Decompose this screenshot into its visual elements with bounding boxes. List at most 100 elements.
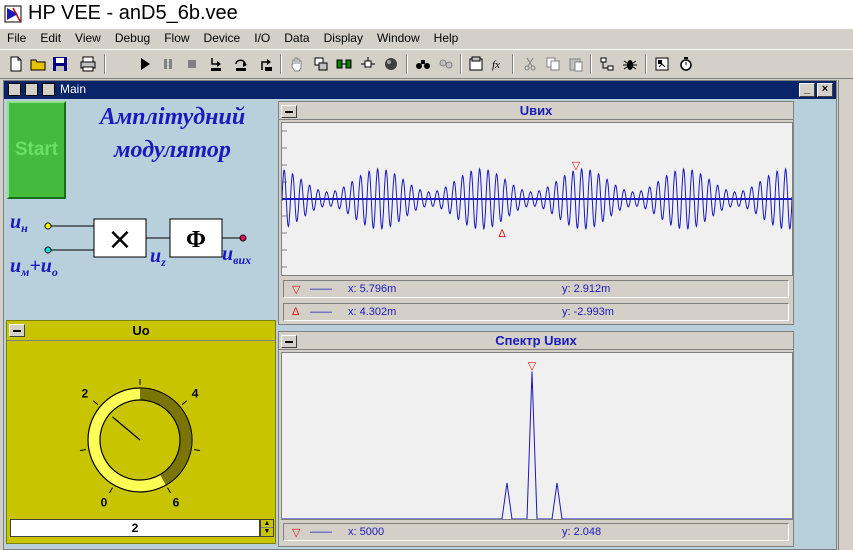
right-scroll-gutter xyxy=(838,80,853,550)
heading-line-1: Амплітудний xyxy=(99,104,246,130)
toolbar-separator xyxy=(280,54,282,74)
spectrum-marker-row-1: ▽ —— x: 5000 y: 2.048 xyxy=(283,523,789,541)
knob-tick-label: 2 xyxy=(82,387,89,401)
marker-down-icon: ▽ xyxy=(292,527,301,539)
menu-help[interactable]: Help xyxy=(427,29,466,49)
object-icon[interactable] xyxy=(311,54,331,74)
find-icon[interactable] xyxy=(413,54,433,74)
spectrum-scope-minimize-button[interactable] xyxy=(281,335,297,348)
run-icon[interactable] xyxy=(135,54,155,74)
menu-window[interactable]: Window xyxy=(370,29,427,49)
menu-debug[interactable]: Debug xyxy=(108,29,157,49)
marker-down-icon: ▽ xyxy=(572,160,581,172)
marker1-x: x: 5.796m xyxy=(348,283,397,295)
input-modulating-label: uм+uo xyxy=(10,255,58,279)
menu-flow[interactable]: Flow xyxy=(157,29,196,49)
menu-device[interactable]: Device xyxy=(197,29,248,49)
uo-knob-panel: Uo 0 2 4 6 2 ▲ ▼ xyxy=(6,320,276,544)
spectrum-plot-area[interactable]: ▽ xyxy=(281,352,793,520)
marker-line-icon: —— xyxy=(310,526,332,538)
step-over-icon[interactable] xyxy=(231,54,251,74)
output-plot-area[interactable]: ▽ Δ xyxy=(281,122,793,276)
toolbar: fx xyxy=(0,49,853,79)
heading-line-2: модулятор xyxy=(114,137,231,163)
minimize-button[interactable]: _ xyxy=(799,83,815,97)
input-carrier-label: uн xyxy=(10,211,28,235)
bug-icon[interactable] xyxy=(620,54,640,74)
print-icon[interactable] xyxy=(78,54,98,74)
knob-tick xyxy=(194,449,201,452)
app-window: HP VEE - anD5_6b.vee File Edit View Debu… xyxy=(0,0,853,550)
pause-icon[interactable] xyxy=(158,54,178,74)
uo-value-field[interactable]: 2 xyxy=(10,519,260,537)
page-heading: Амплітудний модулятор xyxy=(70,101,275,167)
spectrum-marker-y: y: 2.048 xyxy=(562,526,602,538)
marker-line-icon: —— xyxy=(310,283,332,295)
block-diagram: uн uм+uo × uz Φ uвих xyxy=(10,211,251,279)
svg-text:fx: fx xyxy=(492,59,500,71)
output-scope-minimize-button[interactable] xyxy=(281,105,297,118)
output-scope-panel: Uвих ▽ Δ ▽ —— x: 5.796m y: 2.912m Δ —— x:… xyxy=(278,101,794,325)
main-window-icon[interactable] xyxy=(8,83,21,96)
knob-panel-minimize-button[interactable] xyxy=(9,324,25,337)
knob-tick-label: 4 xyxy=(192,387,199,401)
detail-view-toggle-icon[interactable] xyxy=(42,83,55,96)
close-button[interactable]: × xyxy=(817,83,833,97)
uo-knob[interactable]: 0 2 4 6 xyxy=(7,342,275,518)
spin-down-icon[interactable]: ▼ xyxy=(261,528,273,536)
paste-icon[interactable] xyxy=(566,54,586,74)
cut-icon[interactable] xyxy=(520,54,540,74)
stop-icon[interactable] xyxy=(182,54,202,74)
copy-icon[interactable] xyxy=(543,54,563,74)
save-icon[interactable] xyxy=(50,54,70,74)
menu-view[interactable]: View xyxy=(68,29,108,49)
knob-tick-label: 6 xyxy=(173,495,180,509)
new-file-icon[interactable] xyxy=(6,54,26,74)
toolbar-separator xyxy=(104,54,106,74)
marker-up-icon: Δ xyxy=(498,228,506,240)
menu-file[interactable]: File xyxy=(0,29,33,49)
multiplier-symbol: × xyxy=(107,222,132,257)
hand-icon[interactable] xyxy=(287,54,307,74)
title-bar: HP VEE - anD5_6b.vee xyxy=(0,0,853,29)
spectrum-scope-title: Спектр Uвих xyxy=(495,333,577,348)
main-title-bar: Main _ × xyxy=(4,81,836,99)
knob-tick xyxy=(109,487,113,494)
filter-symbol: Φ xyxy=(186,227,206,253)
knob-title: Uo xyxy=(132,323,150,338)
spectrum-scope-panel: Спектр Uвих ▽ ▽ —— x: 5000 y: 2.048 xyxy=(278,331,794,547)
toolbar-separator xyxy=(512,54,514,74)
menu-io[interactable]: I/O xyxy=(247,29,277,49)
output-scope-title: Uвих xyxy=(519,103,553,118)
step-out-icon[interactable] xyxy=(256,54,276,74)
toolbar-separator xyxy=(590,54,592,74)
marker-down-icon: ▽ xyxy=(292,284,301,296)
marker1-y: y: 2.912m xyxy=(562,283,611,295)
timer-icon[interactable] xyxy=(676,54,696,74)
network-icon[interactable] xyxy=(358,54,378,74)
marker2-y: y: -2.993m xyxy=(562,306,614,318)
align-icon[interactable] xyxy=(597,54,617,74)
spin-up-icon[interactable]: ▲ xyxy=(261,520,273,528)
menu-data[interactable]: Data xyxy=(277,29,316,49)
spectrum-scope-header: Спектр Uвих xyxy=(279,332,793,350)
start-button[interactable]: Start xyxy=(7,101,66,199)
toolbar-separator xyxy=(406,54,408,74)
open-folder-icon[interactable] xyxy=(28,54,48,74)
menu-display[interactable]: Display xyxy=(317,29,370,49)
toolbar-separator xyxy=(460,54,462,74)
knob-tick xyxy=(79,449,86,452)
function-icon[interactable]: fx xyxy=(489,54,509,74)
record-icon[interactable] xyxy=(381,54,401,74)
knob-panel-header: Uo xyxy=(7,321,275,341)
knob-tick xyxy=(92,400,99,406)
input-carrier-terminal xyxy=(44,222,52,230)
properties-icon[interactable] xyxy=(466,54,486,74)
connect-icon[interactable] xyxy=(334,54,354,74)
panel-view-icon[interactable] xyxy=(652,54,672,74)
watch-icon[interactable] xyxy=(436,54,456,74)
uo-spinner[interactable]: ▲ ▼ xyxy=(260,519,274,537)
menu-edit[interactable]: Edit xyxy=(33,29,68,49)
step-into-icon[interactable] xyxy=(206,54,226,74)
panel-view-toggle-icon[interactable] xyxy=(25,83,38,96)
